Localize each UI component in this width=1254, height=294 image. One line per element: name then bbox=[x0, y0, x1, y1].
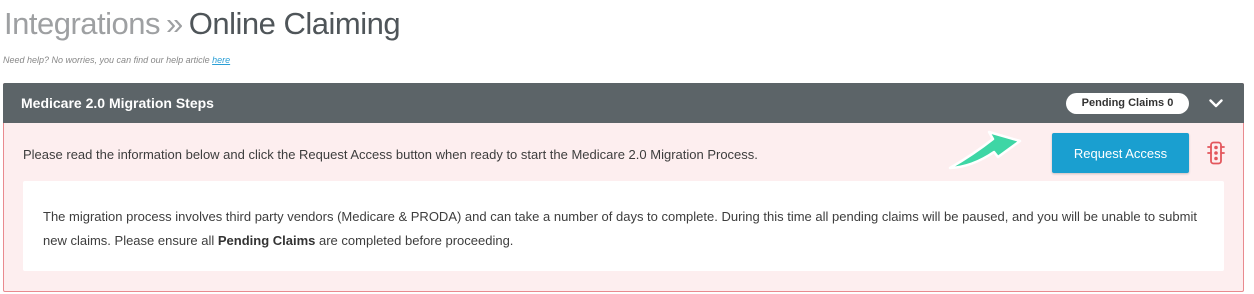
breadcrumb-separator: » bbox=[166, 6, 183, 41]
info-text-part2: are completed before proceeding. bbox=[315, 233, 514, 248]
help-article-link[interactable]: here bbox=[212, 55, 230, 65]
intro-text: Please read the information below and cl… bbox=[23, 147, 758, 162]
pending-claims-badge: Pending Claims 0 bbox=[1066, 93, 1189, 114]
breadcrumb-parent[interactable]: Integrations bbox=[4, 6, 161, 41]
help-text-prefix: Need help? No worries, you can find our … bbox=[3, 55, 213, 65]
info-text-part1: The migration process involves third par… bbox=[43, 209, 1197, 248]
page-title: Integrations» Online Claiming bbox=[4, 4, 401, 44]
migration-panel: Medicare 2.0 Migration Steps Pending Cla… bbox=[3, 83, 1244, 292]
chevron-down-icon bbox=[1209, 98, 1223, 107]
traffic-light-icon[interactable] bbox=[1207, 141, 1225, 165]
breadcrumb-current: Online Claiming bbox=[188, 6, 401, 41]
info-text-bold: Pending Claims bbox=[217, 233, 316, 248]
request-access-button[interactable]: Request Access bbox=[1052, 133, 1189, 173]
migration-info-box: The migration process involves third par… bbox=[23, 181, 1224, 271]
help-text: Need help? No worries, you can find our … bbox=[3, 55, 230, 65]
collapse-toggle[interactable] bbox=[1206, 94, 1226, 112]
arrow-icon bbox=[948, 130, 1022, 170]
panel-header[interactable]: Medicare 2.0 Migration Steps Pending Cla… bbox=[3, 83, 1244, 123]
panel-title: Medicare 2.0 Migration Steps bbox=[21, 95, 214, 111]
